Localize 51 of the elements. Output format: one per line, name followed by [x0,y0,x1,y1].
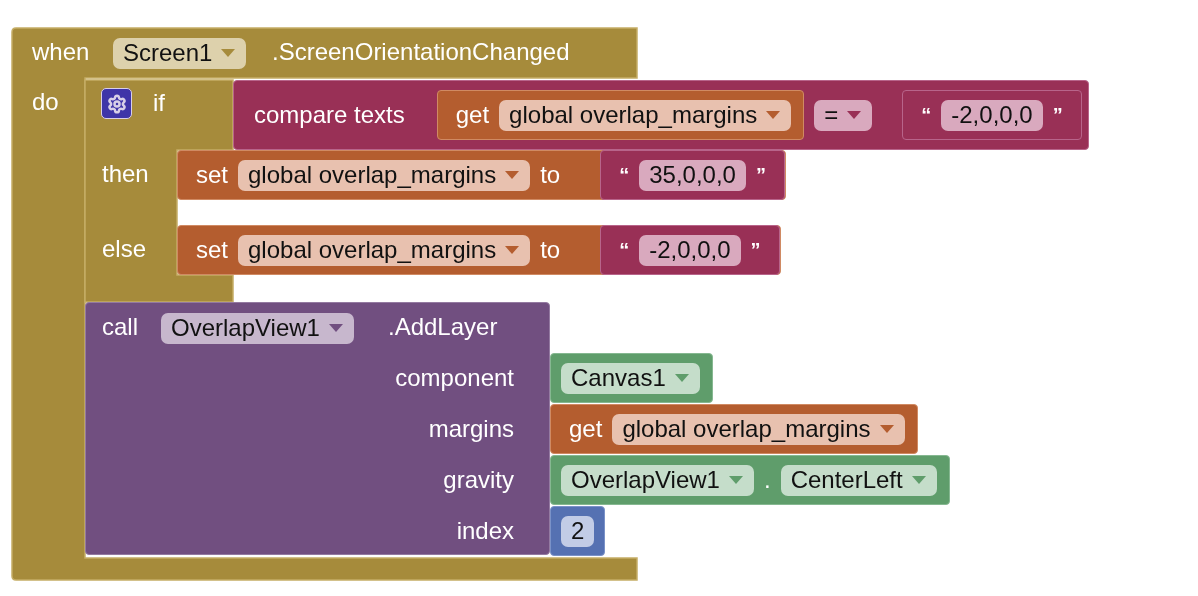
close-quote: ” [1052,103,1063,128]
caret-icon [673,373,690,383]
variable-dropdown[interactable]: global overlap_margins [238,159,531,191]
caret-icon [878,424,895,434]
variable-dropdown[interactable]: global overlap_margins [238,234,531,266]
get-keyword: get [455,101,490,129]
caret-icon [504,245,521,255]
component-dropdown[interactable]: Canvas1 [561,362,700,394]
open-quote: “ [921,103,932,128]
variable-dropdown[interactable]: global overlap_margins [499,99,792,131]
caret-icon [504,170,521,180]
caret-icon [765,110,782,120]
close-quote: ” [750,238,761,263]
set-keyword: set [196,236,228,264]
do-keyword: do [32,88,59,116]
text-value-field[interactable]: 35,0,0,0 [639,159,746,191]
to-keyword: to [540,161,561,189]
get-keyword: get [569,415,603,443]
branch-keyword: else [102,235,147,263]
variable-dropdown[interactable]: global overlap_margins [612,413,905,445]
method-name: .AddLayer [388,313,498,341]
argument-label: margins [428,415,514,443]
open-quote: “ [619,163,630,188]
caret-icon [727,475,744,485]
to-keyword: to [540,236,561,264]
event-name: .ScreenOrientationChanged [272,38,570,66]
caret-icon [910,475,927,485]
text-value-field[interactable]: -2,0,0,0 [639,234,741,266]
component-dropdown[interactable]: OverlapView1 [561,464,754,496]
compare-label: compare texts [254,101,405,129]
number-field[interactable]: 2 [561,515,595,547]
operator-dropdown[interactable]: = [814,99,873,131]
argument-label: index [456,517,514,545]
when-keyword: when [32,38,90,66]
branch-keyword: then [102,160,149,188]
open-quote: “ [619,238,630,263]
argument-label: gravity [443,466,514,494]
dot-separator: . [763,466,771,494]
caret-icon [327,323,344,333]
component-dropdown[interactable]: OverlapView1 [161,312,354,344]
component-dropdown[interactable]: Screen1 [113,37,247,69]
text-value-field[interactable]: -2,0,0,0 [941,99,1043,131]
gear-icon[interactable] [101,88,132,119]
call-keyword: call [102,313,138,341]
close-quote: ” [755,163,766,188]
property-dropdown[interactable]: CenterLeft [780,464,937,496]
set-keyword: set [196,161,228,189]
caret-icon [220,48,237,58]
caret-icon [846,110,863,120]
if-keyword: if [153,89,165,117]
argument-label: component [395,364,514,392]
